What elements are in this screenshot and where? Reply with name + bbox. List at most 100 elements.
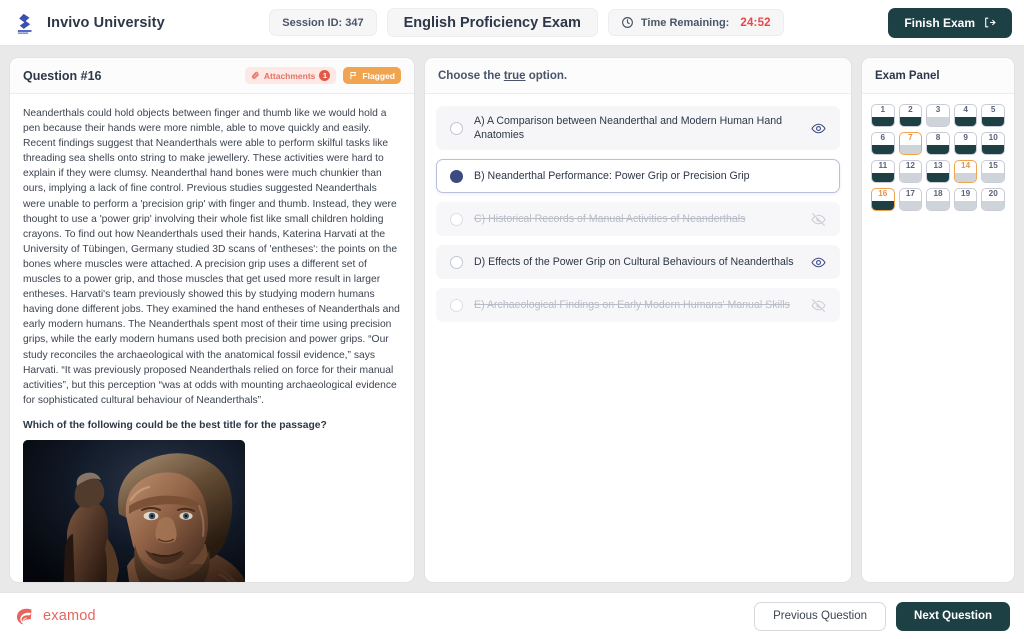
- question-navigator-grid: 1 2 3 4 5 6 7 8 9 10 11 12 13 14 15 16 17 18 19 20: [862, 94, 1014, 221]
- question-nav-status-bar: [982, 201, 1004, 210]
- radio-a[interactable]: [450, 121, 463, 135]
- question-nav-number: 13: [933, 161, 943, 171]
- next-question-button[interactable]: Next Question: [896, 601, 1010, 631]
- option-d-label: D) Effects of the Power Grip on Cultural…: [474, 256, 794, 268]
- app-header: Invivo University Session ID: 347 Englis…: [0, 0, 1024, 46]
- question-nav-status-bar: [899, 117, 922, 126]
- option-c[interactable]: C) Historical Records of Manual Activiti…: [436, 202, 840, 236]
- clock-icon: [621, 16, 634, 29]
- question-nav-status-bar: [982, 145, 1004, 154]
- exam-panel-title: Exam Panel: [875, 69, 940, 82]
- question-nav-cell[interactable]: 7: [898, 132, 923, 155]
- attachments-label: Attachments: [263, 70, 316, 81]
- option-b-label: B) Neanderthal Performance: Power Grip o…: [474, 170, 750, 182]
- examod-logo-icon: [14, 606, 35, 627]
- question-nav-status-bar: [954, 117, 977, 126]
- question-nav-number: 19: [961, 189, 971, 199]
- exam-application: Invivo University Session ID: 347 Englis…: [0, 0, 1024, 639]
- question-nav-cell[interactable]: 5: [981, 104, 1005, 127]
- question-nav-status-bar: [927, 117, 949, 126]
- flagged-badge[interactable]: Flagged: [343, 67, 401, 84]
- option-a-label: A) A Comparison between Neanderthal and …: [474, 115, 782, 141]
- question-nav-status-bar: [927, 201, 949, 210]
- option-b[interactable]: B) Neanderthal Performance: Power Grip o…: [436, 159, 840, 193]
- question-nav-status-bar: [982, 173, 1004, 182]
- question-nav-cell[interactable]: 9: [953, 132, 978, 155]
- question-card-header: Question #16 Attachments 1 Flagged: [10, 58, 414, 94]
- attachments-badge[interactable]: Attachments 1: [244, 67, 337, 84]
- time-remaining-pill: Time Remaining: 24:52: [607, 9, 784, 36]
- question-nav-cell[interactable]: 13: [926, 160, 950, 183]
- question-nav-status-bar: [872, 117, 894, 126]
- question-nav-cell[interactable]: 3: [926, 104, 950, 127]
- question-nav-cell[interactable]: 10: [981, 132, 1005, 155]
- question-nav-cell[interactable]: 20: [981, 188, 1005, 211]
- exam-title-pill: English Proficiency Exam: [386, 8, 598, 37]
- question-nav-cell[interactable]: 18: [926, 188, 950, 211]
- options-card: Choose the true option. A) A Comparison …: [424, 57, 852, 583]
- question-card-body: Neanderthals could hold objects between …: [10, 94, 414, 582]
- question-nav-cell[interactable]: 11: [871, 160, 895, 183]
- question-nav-cell[interactable]: 15: [981, 160, 1005, 183]
- question-figure-image[interactable]: [23, 439, 245, 582]
- eye-off-icon[interactable]: [811, 212, 826, 227]
- question-prompt: Which of the following could be the best…: [23, 419, 327, 431]
- paperclip-icon: [251, 71, 260, 80]
- question-nav-cell[interactable]: 4: [953, 104, 978, 127]
- question-nav-status-bar: [872, 173, 894, 182]
- exit-icon: [983, 16, 996, 29]
- question-nav-number: 5: [990, 105, 996, 115]
- flag-icon: [349, 71, 358, 80]
- radio-b[interactable]: [450, 169, 463, 183]
- exam-panel-header: Exam Panel: [862, 58, 1014, 94]
- header-center-group: Session ID: 347 English Proficiency Exam…: [175, 8, 879, 37]
- question-nav-cell[interactable]: 17: [898, 188, 923, 211]
- question-nav-cell[interactable]: 19: [953, 188, 978, 211]
- university-name: Invivo University: [47, 14, 165, 31]
- radio-e[interactable]: [450, 298, 463, 312]
- examod-brand: examod: [14, 606, 744, 627]
- question-nav-status-bar: [982, 117, 1004, 126]
- radio-c[interactable]: [450, 212, 463, 226]
- options-card-header: Choose the true option.: [425, 58, 851, 94]
- question-nav-number: 15: [988, 161, 998, 171]
- option-e[interactable]: E) Archaeological Findings on Early Mode…: [436, 288, 840, 322]
- eye-icon[interactable]: [811, 121, 826, 136]
- previous-question-button[interactable]: Previous Question: [754, 601, 887, 631]
- options-list: A) A Comparison between Neanderthal and …: [425, 94, 851, 582]
- instruction-emphasis: true: [503, 69, 526, 82]
- app-footer: examod Previous Question Next Question: [0, 592, 1024, 639]
- finish-exam-button[interactable]: Finish Exam: [888, 7, 1012, 38]
- question-nav-number: 10: [988, 133, 998, 143]
- main-content: Question #16 Attachments 1 Flagged Neand…: [0, 46, 1024, 592]
- option-d[interactable]: D) Effects of the Power Grip on Cultural…: [436, 245, 840, 279]
- instruction-prefix: Choose the: [438, 69, 504, 82]
- question-nav-number: 2: [908, 105, 913, 115]
- question-nav-status-bar: [927, 173, 949, 182]
- question-nav-status-bar: [899, 145, 922, 154]
- eye-off-icon[interactable]: [811, 298, 826, 313]
- option-a[interactable]: A) A Comparison between Neanderthal and …: [436, 106, 840, 150]
- eye-icon[interactable]: [811, 255, 826, 270]
- question-nav-number: 1: [880, 105, 886, 115]
- question-nav-status-bar: [899, 201, 922, 210]
- question-nav-number: 12: [905, 161, 915, 171]
- question-nav-number: 9: [963, 133, 968, 143]
- question-nav-cell[interactable]: 6: [871, 132, 895, 155]
- question-nav-status-bar: [872, 201, 894, 210]
- question-nav-status-bar: [954, 173, 977, 182]
- radio-d[interactable]: [450, 255, 463, 269]
- question-nav-cell[interactable]: 8: [926, 132, 950, 155]
- option-e-label: E) Archaeological Findings on Early Mode…: [474, 299, 790, 311]
- question-nav-status-bar: [927, 145, 949, 154]
- question-nav-cell[interactable]: 12: [898, 160, 923, 183]
- finish-exam-label: Finish Exam: [904, 15, 975, 30]
- exam-panel-card: Exam Panel 1 2 3 4 5 6 7 8 9 10 11 12 13 14 15 16 17 18 19…: [861, 57, 1015, 583]
- question-nav-status-bar: [954, 145, 977, 154]
- question-nav-cell[interactable]: 2: [898, 104, 923, 127]
- question-nav-cell[interactable]: 1: [871, 104, 895, 127]
- university-brand: Invivo University: [12, 10, 165, 36]
- question-number-title: Question #16: [23, 68, 102, 83]
- question-nav-cell[interactable]: 14: [953, 160, 978, 183]
- question-nav-cell[interactable]: 16: [871, 188, 895, 211]
